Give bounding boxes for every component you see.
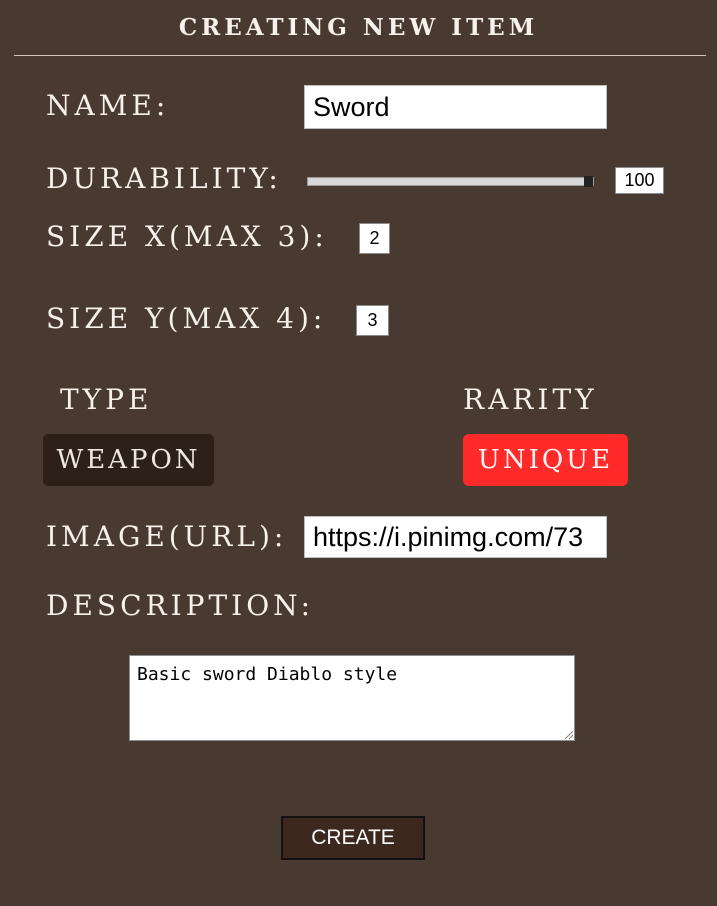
name-input[interactable]: Sword (304, 85, 607, 129)
type-button[interactable]: WEAPON (43, 434, 214, 486)
image-url-input[interactable]: https://i.pinimg.com/73 (304, 516, 607, 558)
size-x-label: SIZE X(MAX 3): (46, 220, 328, 253)
size-y-label: SIZE Y(MAX 4): (46, 302, 327, 335)
create-button[interactable]: CREATE (281, 816, 425, 860)
size-x-input[interactable]: 2 (359, 223, 390, 254)
durability-slider-fill (308, 178, 586, 185)
durability-slider[interactable] (307, 176, 594, 187)
rarity-label: RARITY (463, 383, 598, 416)
rarity-button[interactable]: UNIQUE (463, 434, 628, 486)
form-title: CREATING NEW ITEM (178, 14, 539, 41)
durability-slider-thumb[interactable] (584, 176, 593, 187)
title-divider (14, 55, 706, 56)
durability-label: DURABILITY: (46, 162, 282, 195)
image-url-label: IMAGE(URL): (46, 520, 288, 553)
size-y-input[interactable]: 3 (356, 305, 389, 336)
description-text: Basic sword Diablo style (137, 664, 398, 685)
type-label: TYPE (60, 383, 153, 416)
resize-grip-icon[interactable] (565, 731, 573, 739)
description-textarea[interactable]: Basic sword Diablo style (129, 655, 575, 741)
name-label: NAME: (46, 89, 170, 122)
durability-value-input[interactable]: 100 (615, 167, 664, 194)
description-label: DESCRIPTION: (46, 589, 315, 622)
